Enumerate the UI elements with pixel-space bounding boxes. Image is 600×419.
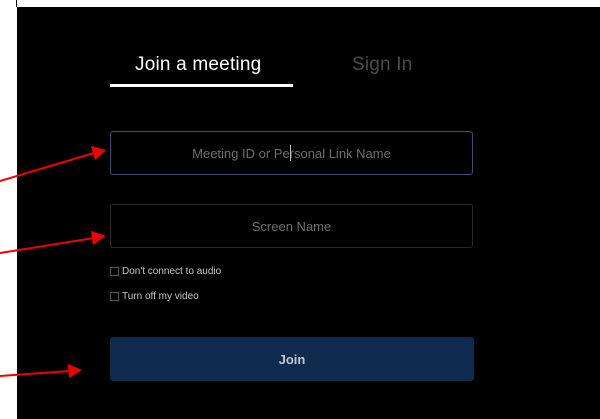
arrow-to-screen-name bbox=[0, 231, 106, 254]
annotation-arrows bbox=[0, 146, 106, 378]
arrow-to-join-button bbox=[0, 364, 82, 378]
arrow-to-meeting-id bbox=[0, 146, 106, 182]
